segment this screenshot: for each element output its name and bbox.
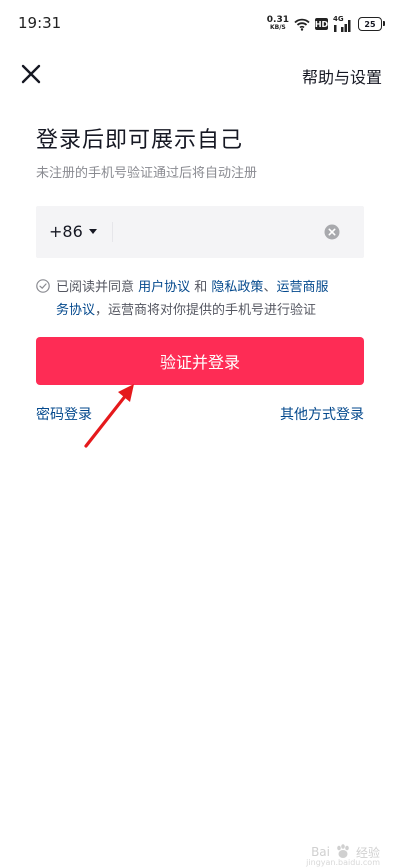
battery-icon: 25 — [358, 17, 385, 31]
net-speed-value: 0.31 — [266, 15, 289, 25]
country-code-label: +86 — [49, 222, 83, 241]
hd-icon: HD — [314, 18, 329, 30]
wifi-icon — [294, 18, 310, 31]
status-bar: 19:31 0.31 KB/S HD 4G 25 — [0, 0, 400, 50]
carrier-agreement-link-part1[interactable]: 运营商服 — [276, 280, 328, 295]
page-subtitle: 未注册的手机号验证通过后将自动注册 — [36, 166, 258, 181]
watermark-subtext: jingyan.baidu.com — [306, 858, 380, 867]
checkbox-circle-icon[interactable] — [36, 279, 50, 293]
page-title: 登录后即可展示自己 — [36, 128, 244, 153]
phone-input-row[interactable]: +86 — [36, 206, 364, 258]
watermark-text: Bai — [311, 845, 330, 859]
close-icon[interactable] — [20, 63, 42, 85]
phone-input[interactable] — [112, 222, 113, 242]
network-type-label: 4G — [333, 15, 344, 23]
net-speed: 0.31 KB/S — [267, 16, 289, 32]
net-speed-unit: KB/S — [270, 24, 286, 31]
other-login-link[interactable]: 其他方式登录 — [280, 404, 364, 424]
carrier-agreement-link-part2[interactable]: 务协议 — [56, 303, 95, 318]
agreement-and: 和 — [190, 280, 212, 295]
agreement-separator: 、 — [263, 280, 277, 295]
agreement-prefix: 已阅读并同意 — [56, 280, 139, 295]
signal-4g-icon: 4G — [333, 15, 353, 32]
help-settings-link[interactable]: 帮助与设置 — [302, 64, 382, 88]
status-icons: 0.31 KB/S HD 4G 25 — [267, 14, 385, 34]
caret-down-icon — [88, 228, 97, 234]
country-code-selector[interactable]: +86 — [49, 222, 97, 241]
baidu-watermark: Bai 经验 jingyan.baidu.com — [306, 843, 380, 867]
agreement-line-2: 务协议，运营商将对你提供的手机号进行验证 — [56, 299, 316, 322]
annotation-arrow-icon — [84, 384, 134, 448]
privacy-policy-link[interactable]: 隐私政策 — [211, 280, 263, 295]
clear-icon[interactable] — [324, 224, 340, 240]
agreement-line-1: 已阅读并同意 用户协议 和 隐私政策、运营商服 — [56, 276, 328, 299]
status-time: 19:31 — [18, 14, 62, 32]
user-agreement-link[interactable]: 用户协议 — [138, 280, 190, 295]
agreement-suffix: ，运营商将对你提供的手机号进行验证 — [95, 303, 317, 318]
